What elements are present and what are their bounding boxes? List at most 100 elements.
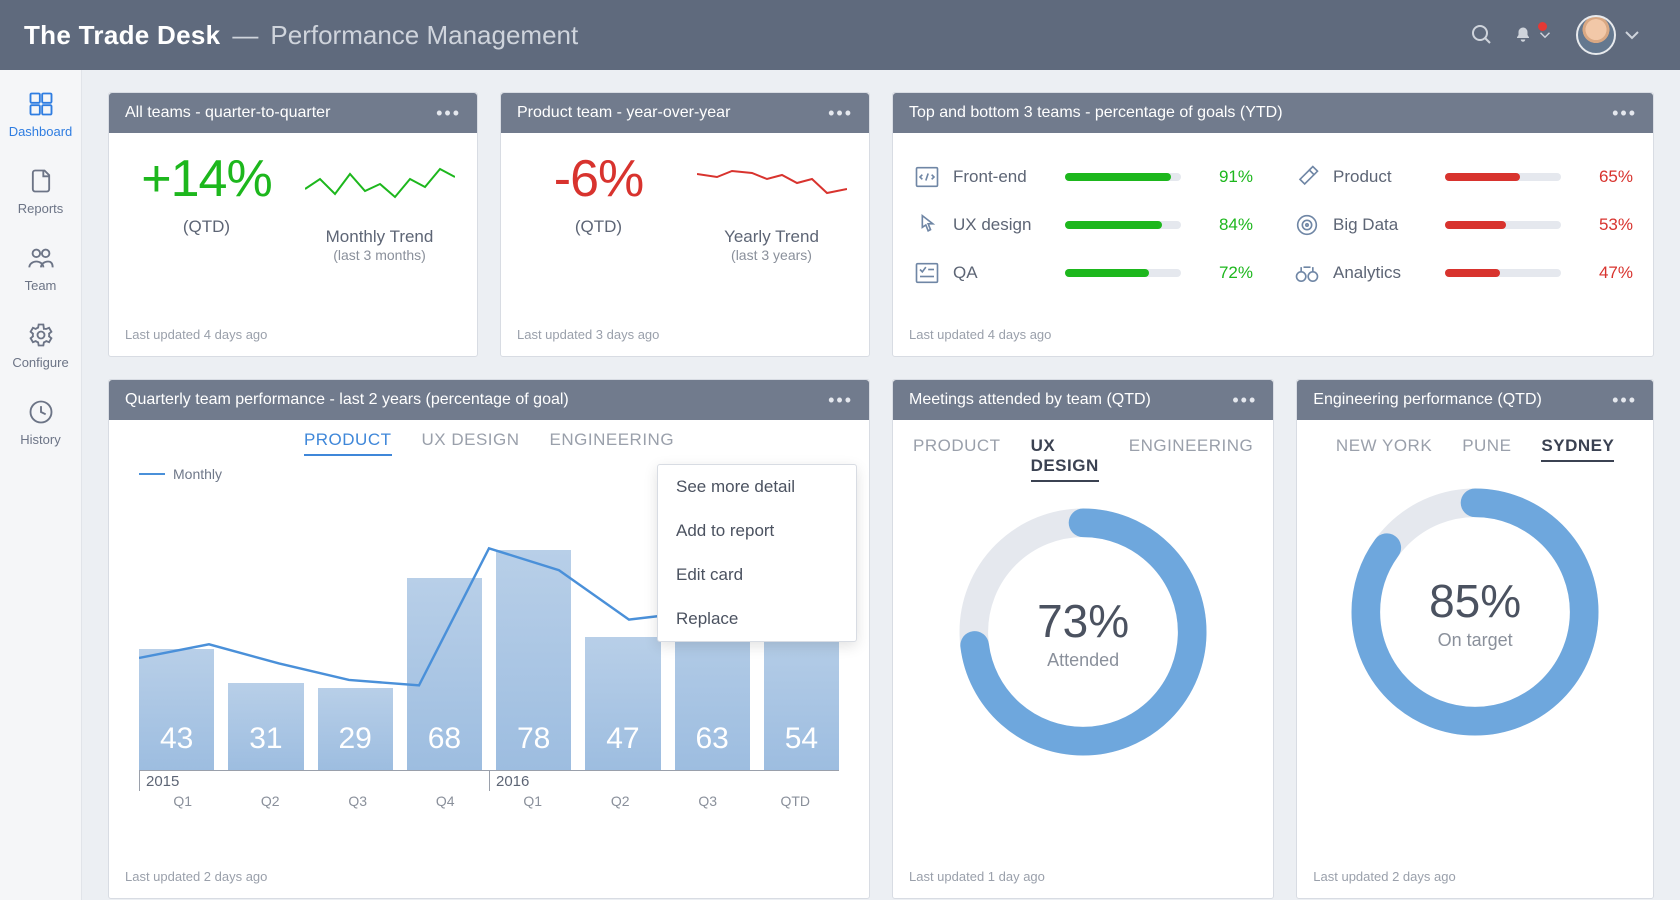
checklist-icon [913, 259, 941, 287]
bar: 47 [585, 637, 660, 770]
quarter-label: Q3 [314, 793, 402, 809]
card-menu-icon[interactable]: ••• [1612, 103, 1637, 124]
year-label: 2016 [489, 771, 839, 791]
card-all-teams: All teams - quarter-to-quarter ••• +14% … [108, 92, 478, 357]
card-footer: Last updated 3 days ago [501, 327, 869, 356]
card-title: Quarterly team performance - last 2 year… [125, 391, 569, 409]
team-row: Front-end 91% [913, 153, 1253, 201]
gear-icon [27, 321, 55, 349]
team-pct: 47% [1583, 263, 1633, 283]
card-top-bottom-teams: Top and bottom 3 teams - percentage of g… [892, 92, 1654, 357]
quarter-label: Q1 [139, 793, 227, 809]
sidebar-item-dashboard[interactable]: Dashboard [0, 90, 81, 139]
reports-icon [27, 167, 55, 195]
tab-pune[interactable]: PUNE [1462, 436, 1511, 462]
bottom-teams-column: Product 65% Big Data 53% [1293, 153, 1633, 297]
donut-value: 85% [1429, 574, 1521, 628]
menu-see-more-detail[interactable]: See more detail [658, 465, 856, 509]
card-quarterly-performance: Quarterly team performance - last 2 year… [108, 379, 870, 899]
sidebar-item-label: Reports [18, 201, 64, 216]
user-menu[interactable] [1566, 15, 1644, 55]
donut-label: On target [1438, 630, 1513, 651]
bar-value: 31 [249, 722, 282, 770]
tab-uxdesign[interactable]: UX DESIGN [422, 430, 520, 456]
team-row: QA 72% [913, 249, 1253, 297]
card-title: Meetings attended by team (QTD) [909, 391, 1151, 409]
bar-value: 29 [338, 722, 371, 770]
card-menu-icon[interactable]: ••• [1612, 390, 1637, 411]
brand-name: The Trade Desk [24, 20, 220, 51]
bar-value: 68 [428, 722, 461, 770]
tab-engineering[interactable]: ENGINEERING [1129, 436, 1254, 482]
bar-value: 43 [160, 722, 193, 770]
donut-chart: 85% On target [1345, 482, 1605, 742]
meetings-tabs: PRODUCT UX DESIGN ENGINEERING [913, 436, 1253, 482]
trend-label: Yearly Trend [724, 227, 819, 247]
code-icon [913, 163, 941, 191]
sidebar-item-label: Team [25, 278, 57, 293]
target-icon [1293, 211, 1321, 239]
topbar: The Trade Desk — Performance Management [0, 0, 1680, 70]
team-row: Analytics 47% [1293, 249, 1633, 297]
bar: 31 [228, 683, 303, 770]
tab-newyork[interactable]: NEW YORK [1336, 436, 1432, 462]
team-name: Front-end [953, 167, 1053, 187]
tab-engineering[interactable]: ENGINEERING [550, 430, 675, 456]
menu-edit-card[interactable]: Edit card [658, 553, 856, 597]
card-menu-icon[interactable]: ••• [1232, 390, 1257, 411]
quarter-label: Q2 [227, 793, 315, 809]
bar-value: 54 [785, 722, 818, 770]
page-title: Performance Management [270, 20, 578, 51]
sidebar-item-reports[interactable]: Reports [0, 167, 81, 216]
team-pct: 53% [1583, 215, 1633, 235]
bar: 68 [407, 578, 482, 770]
bar-value: 78 [517, 722, 550, 770]
binoculars-icon [1293, 259, 1321, 287]
kpi-sub: (QTD) [575, 217, 622, 237]
sidebar-item-history[interactable]: History [0, 398, 81, 447]
quarter-label: QTD [752, 793, 840, 809]
quarter-label: Q4 [402, 793, 490, 809]
team-pct: 84% [1203, 215, 1253, 235]
card-footer: Last updated 2 days ago [1297, 869, 1653, 898]
card-footer: Last updated 4 days ago [109, 327, 477, 356]
team-name: Analytics [1333, 263, 1433, 283]
search-icon[interactable] [1462, 15, 1502, 55]
notifications-icon[interactable] [1514, 15, 1554, 55]
donut-chart: 73% Attended [953, 502, 1213, 762]
card-menu-icon[interactable]: ••• [436, 103, 461, 124]
notification-badge [1538, 22, 1547, 31]
menu-replace[interactable]: Replace [658, 597, 856, 641]
kpi-value: -6% [554, 149, 643, 209]
pointer-icon [913, 211, 941, 239]
card-menu-icon[interactable]: ••• [828, 390, 853, 411]
team-pct: 91% [1203, 167, 1253, 187]
bar-value: 63 [695, 722, 728, 770]
sidebar-item-label: Configure [12, 355, 68, 370]
tab-product[interactable]: PRODUCT [913, 436, 1001, 482]
card-title: Engineering performance (QTD) [1313, 391, 1542, 409]
card-footer: Last updated 4 days ago [893, 327, 1653, 356]
card-menu-icon[interactable]: ••• [828, 103, 853, 124]
sidebar-item-configure[interactable]: Configure [0, 321, 81, 370]
sidebar-item-label: Dashboard [9, 124, 73, 139]
tab-uxdesign[interactable]: UX DESIGN [1031, 436, 1099, 482]
team-row: Product 65% [1293, 153, 1633, 201]
engperf-tabs: NEW YORK PUNE SYDNEY [1317, 436, 1633, 462]
trend-sub: (last 3 years) [731, 247, 812, 263]
sidebar-item-team[interactable]: Team [0, 244, 81, 293]
bar: 29 [318, 688, 393, 770]
card-product-team: Product team - year-over-year ••• -6% (Q… [500, 92, 870, 357]
tab-product[interactable]: PRODUCT [304, 430, 392, 456]
menu-add-to-report[interactable]: Add to report [658, 509, 856, 553]
brand-separator: — [232, 20, 258, 51]
card-title: Product team - year-over-year [517, 104, 730, 122]
chart-tabs: PRODUCT UX DESIGN ENGINEERING [129, 430, 849, 456]
bar: 43 [139, 649, 214, 770]
sidebar: Dashboard Reports Team Configure History [0, 70, 82, 900]
sparkline [305, 149, 455, 219]
card-meetings-attended: Meetings attended by team (QTD) ••• PROD… [892, 379, 1274, 899]
quarter-label: Q3 [664, 793, 752, 809]
tab-sydney[interactable]: SYDNEY [1541, 436, 1614, 462]
donut-label: Attended [1047, 650, 1119, 671]
